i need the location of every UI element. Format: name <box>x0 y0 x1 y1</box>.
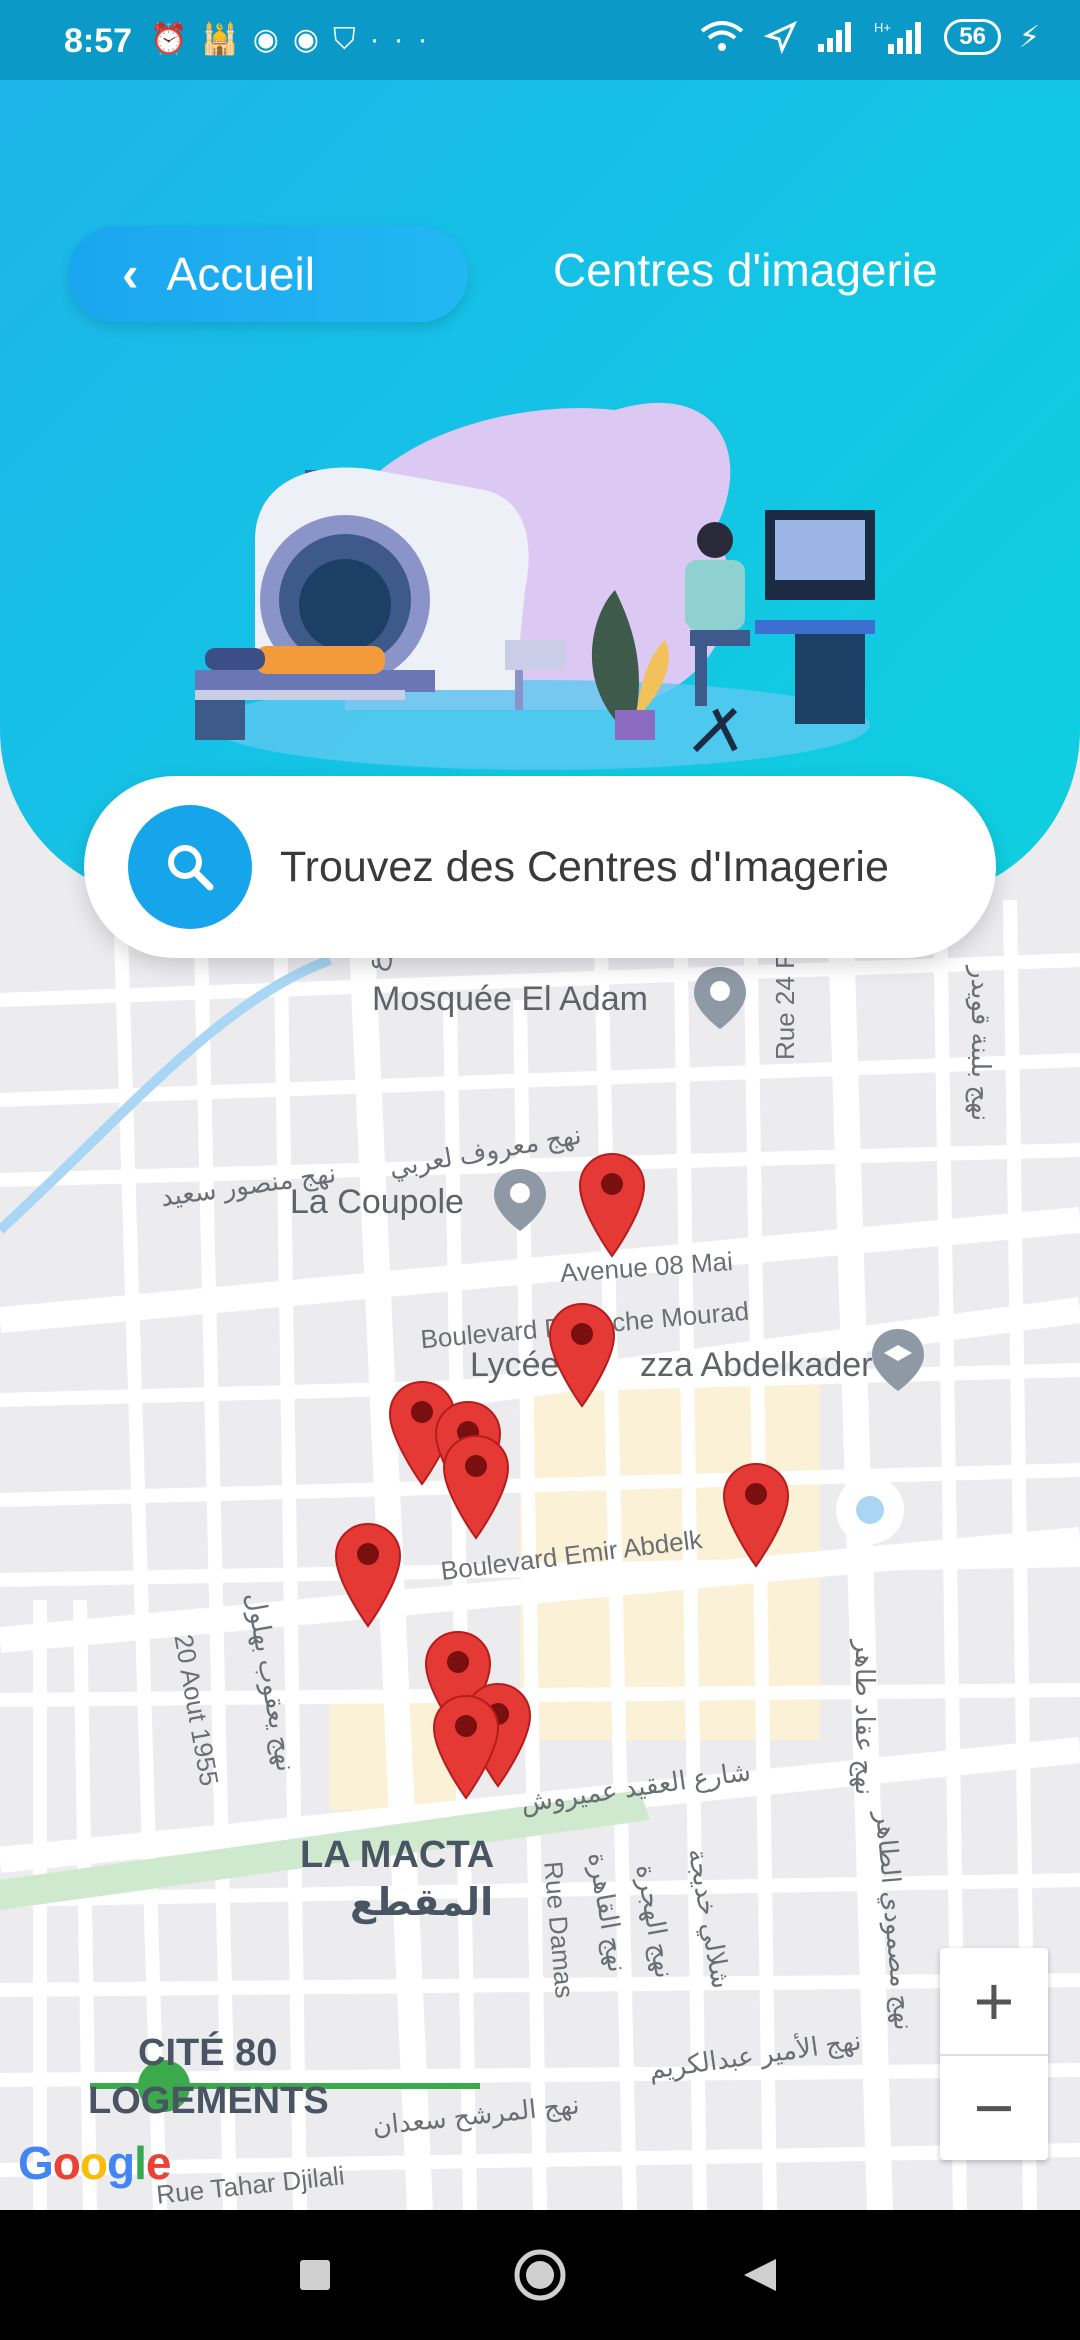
triangle-back-icon <box>744 2259 776 2291</box>
svg-text:H+: H+ <box>874 20 891 35</box>
chevron-left-icon: ‹ <box>122 246 139 302</box>
map-marker-icon[interactable] <box>720 1460 792 1570</box>
back-nav-button[interactable] <box>690 2210 830 2340</box>
zoom-in-button[interactable]: + <box>940 1948 1048 2054</box>
status-bar: 8:57 ⏰🕌◉◉⛉··· H+ 56 ⚡ <box>0 0 1080 80</box>
charging-icon: ⚡ <box>1018 20 1040 54</box>
search-button[interactable] <box>128 805 252 929</box>
map-label-ar-ammar: نهج عقاد طاهر <box>850 1640 880 1796</box>
map-marker-icon[interactable] <box>546 1300 618 1410</box>
messenger-icon: ◉ <box>292 23 334 56</box>
map-marker-icon[interactable] <box>430 1692 502 1802</box>
back-button[interactable]: ‹ Accueil <box>68 226 468 322</box>
shield-icon: ⛉ <box>333 23 370 56</box>
mosque-pin-icon[interactable] <box>690 963 750 1033</box>
status-time: 8:57 <box>64 22 133 60</box>
mosque-icon: 🕌 <box>201 23 253 56</box>
google-logo: Google <box>18 2137 171 2189</box>
location-icon <box>764 20 798 54</box>
coupole-pin-icon[interactable] <box>490 1165 550 1235</box>
search-bar[interactable]: Trouvez des Centres d'Imagerie <box>84 776 996 958</box>
wifi-icon <box>700 21 744 51</box>
map-label-ar-top: نهج بلبنة قويدر <box>966 966 996 1122</box>
map-label-mosque: Mosquée El Adam <box>372 980 648 1018</box>
signal-hplus-icon: H+ <box>874 20 922 54</box>
mri-illustration <box>195 402 875 770</box>
map-label-logements: LOGEMENTS <box>88 2080 329 2122</box>
map-label-macta-ar: المقطع <box>350 1882 494 1924</box>
map-label-cite80: CITÉ 80 <box>138 2032 278 2074</box>
square-icon <box>300 2260 330 2290</box>
circle-home-icon <box>514 2249 566 2301</box>
alarm-icon: ⏰ <box>150 23 202 56</box>
zoom-out-button[interactable]: − <box>940 2054 1048 2160</box>
back-button-label: Accueil <box>166 248 315 300</box>
search-input[interactable]: Trouvez des Centres d'Imagerie <box>280 843 889 892</box>
page-title: Centres d'imagerie <box>553 244 938 296</box>
more-icon: ··· <box>369 23 442 56</box>
map-marker-icon[interactable] <box>440 1432 512 1542</box>
screen: Mosquée El Adam La Coupole Avenue 08 Mai… <box>0 0 1080 2340</box>
status-notification-icons: ⏰🕌◉◉⛉··· <box>150 22 442 57</box>
zoom-controls: + − <box>940 1948 1048 2160</box>
school-pin-icon[interactable] <box>868 1325 928 1395</box>
header: 8:57 ⏰🕌◉◉⛉··· H+ 56 ⚡ ‹ Accueil Centres … <box>0 0 1080 900</box>
recent-apps-button[interactable] <box>245 2210 385 2340</box>
status-system-icons: H+ 56 ⚡ <box>698 18 1040 56</box>
map-marker-icon[interactable] <box>576 1150 648 1260</box>
signal-icon <box>818 22 852 52</box>
map-label-lycee-tail: zza Abdelkader <box>640 1346 873 1384</box>
map-label-macta: LA MACTA <box>300 1834 495 1876</box>
messenger-icon: ◉ <box>252 23 293 56</box>
navigation-bar <box>0 2210 1080 2340</box>
battery-indicator: 56 <box>944 19 1001 55</box>
home-button[interactable] <box>470 2210 610 2340</box>
map-marker-icon[interactable] <box>332 1520 404 1630</box>
search-icon <box>168 845 214 891</box>
